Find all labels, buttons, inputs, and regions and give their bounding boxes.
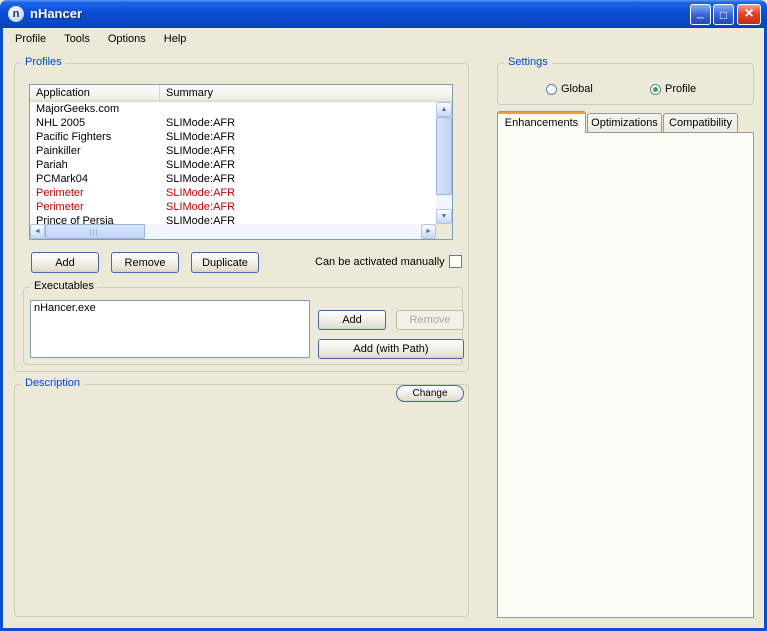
- profile-row[interactable]: Pariah SLIMode:AFR: [30, 158, 436, 172]
- profile-summary: SLIMode:AFR: [166, 215, 236, 224]
- profile-app: Perimeter: [36, 201, 84, 213]
- executables-legend: Executables: [30, 280, 98, 292]
- scroll-down-icon[interactable]: [436, 209, 452, 224]
- minimize-button[interactable]: [690, 4, 711, 25]
- executables-label: Executables: [34, 280, 94, 292]
- description-label: Description: [25, 377, 81, 389]
- profile-summary: SLIMode:AFR: [166, 145, 236, 157]
- executable-add-with-path-button[interactable]: Add (with Path): [318, 339, 464, 359]
- profile-app: Pacific Fighters: [36, 131, 112, 143]
- title-bar[interactable]: n nHancer: [0, 0, 767, 28]
- scroll-left-icon[interactable]: [30, 224, 45, 239]
- global-radio[interactable]: [546, 84, 557, 95]
- profiles-label: Profiles: [25, 56, 62, 68]
- profiles-group: Profiles Application Summary MajorGeeks.…: [14, 56, 469, 372]
- vertical-scrollbar[interactable]: [436, 102, 452, 224]
- profiles-list[interactable]: Application Summary MajorGeeks.com NHL 2…: [29, 84, 453, 240]
- profile-radio[interactable]: [650, 84, 661, 95]
- profile-remove-button[interactable]: Remove: [111, 252, 179, 273]
- profile-summary: SLIMode:AFR: [166, 173, 236, 185]
- tab-optimizations[interactable]: Optimizations: [587, 113, 662, 132]
- enhancements-tab-panel: [497, 132, 754, 618]
- profile-row[interactable]: Pacific Fighters SLIMode:AFR: [30, 130, 436, 144]
- profile-app: PCMark04: [36, 173, 88, 185]
- profile-summary: [160, 102, 436, 116]
- menu-help[interactable]: Help: [155, 30, 196, 48]
- profile-duplicate-button[interactable]: Duplicate: [191, 252, 259, 273]
- profile-row[interactable]: Prince of Persia SLIMode:AFR: [30, 214, 436, 224]
- menu-bar: Profile Tools Options Help: [3, 28, 764, 50]
- profile-app: Perimeter: [36, 187, 84, 199]
- column-application[interactable]: Application: [30, 85, 160, 101]
- executable-add-button[interactable]: Add: [318, 310, 386, 330]
- app-icon: n: [8, 6, 24, 22]
- profiles-legend: Profiles: [21, 56, 66, 68]
- menu-tools[interactable]: Tools: [55, 30, 99, 48]
- settings-label: Settings: [508, 56, 548, 68]
- profile-summary: SLIMode:AFR: [166, 201, 236, 213]
- global-radio-label[interactable]: Global: [561, 83, 593, 95]
- tab-enhancements[interactable]: Enhancements: [497, 111, 586, 133]
- profile-row[interactable]: Painkiller SLIMode:AFR: [30, 144, 436, 158]
- profiles-list-header: Application Summary: [30, 85, 452, 102]
- settings-group: Settings Global Profile: [497, 56, 754, 105]
- profile-add-button[interactable]: Add: [31, 252, 99, 273]
- profile-radio-label[interactable]: Profile: [665, 83, 696, 95]
- profile-summary: SLIMode:AFR: [166, 159, 236, 171]
- profile-row[interactable]: MajorGeeks.com: [30, 102, 436, 116]
- profile-app: MajorGeeks.com: [36, 103, 120, 115]
- profile-row[interactable]: Perimeter SLIMode:AFR: [30, 200, 436, 214]
- profile-summary: SLIMode:AFR: [166, 187, 236, 199]
- manual-activation-checkbox[interactable]: [449, 255, 462, 268]
- close-button[interactable]: [737, 4, 761, 25]
- profile-summary: SLIMode:AFR: [166, 131, 236, 143]
- vertical-scroll-thumb[interactable]: [436, 117, 452, 195]
- thumb-grip: [90, 229, 99, 236]
- menu-options[interactable]: Options: [99, 30, 155, 48]
- manual-activation-label: Can be activated manually: [315, 256, 445, 268]
- scroll-up-icon[interactable]: [436, 102, 452, 117]
- executable-remove-button: Remove: [396, 310, 464, 330]
- horizontal-scrollbar[interactable]: [30, 224, 436, 239]
- profile-app: Painkiller: [36, 145, 81, 157]
- profile-app: Prince of Persia: [36, 215, 114, 224]
- horizontal-scroll-thumb[interactable]: [45, 224, 145, 239]
- profile-summary: SLIMode:AFR: [166, 117, 236, 129]
- nhancer-window: n nHancer Profile Tools Options Help Pro…: [0, 0, 767, 631]
- profile-row[interactable]: NHL 2005 SLIMode:AFR: [30, 116, 436, 130]
- executable-item[interactable]: nHancer.exe: [34, 302, 306, 314]
- profile-row[interactable]: Perimeter SLIMode:AFR: [30, 186, 436, 200]
- description-legend: Description: [21, 377, 85, 389]
- profile-app: NHL 2005: [36, 117, 86, 129]
- profile-app: Pariah: [36, 159, 68, 171]
- scroll-right-icon[interactable]: [421, 224, 436, 239]
- profiles-rows: MajorGeeks.com NHL 2005 SLIMode:AFR Pacif…: [30, 102, 436, 224]
- app-icon-letter: n: [12, 8, 20, 20]
- tab-compatibility[interactable]: Compatibility: [663, 113, 738, 132]
- executables-list[interactable]: nHancer.exe: [30, 300, 310, 358]
- window-title: nHancer: [30, 6, 83, 21]
- profile-row[interactable]: PCMark04 SLIMode:AFR: [30, 172, 436, 186]
- description-change-button[interactable]: Change: [396, 385, 464, 402]
- column-summary[interactable]: Summary: [160, 85, 452, 101]
- settings-legend: Settings: [504, 56, 552, 68]
- description-group: Description Change: [14, 377, 469, 617]
- maximize-button[interactable]: [713, 4, 734, 25]
- scrollbar-corner: [436, 224, 452, 239]
- executables-group: Executables nHancer.exe Add Remove Add (…: [23, 280, 464, 365]
- menu-profile[interactable]: Profile: [6, 30, 55, 48]
